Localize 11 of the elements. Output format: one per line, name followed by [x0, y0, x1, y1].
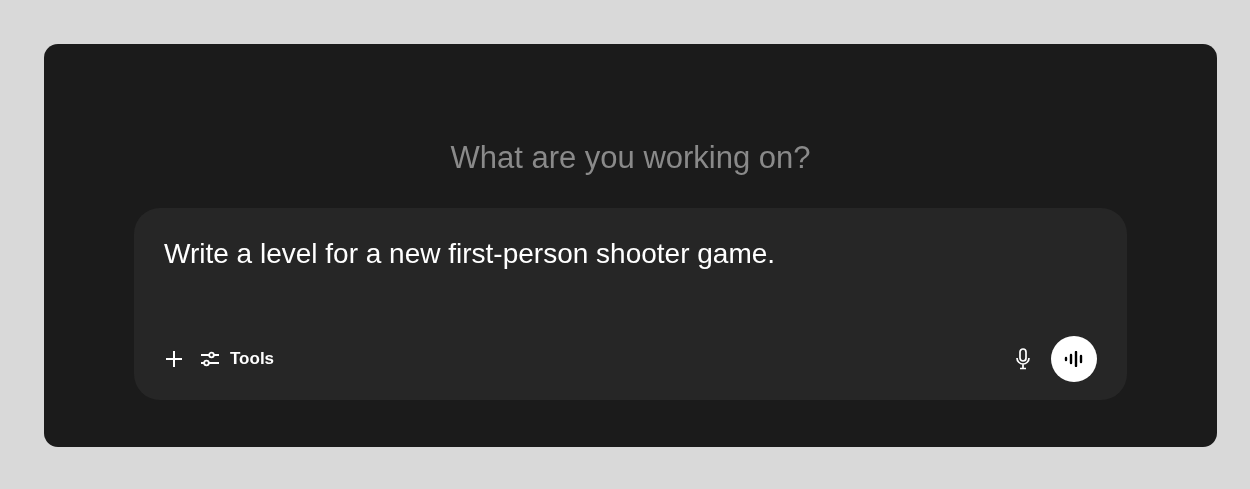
add-button[interactable] — [164, 349, 184, 369]
tools-button[interactable]: Tools — [200, 346, 275, 372]
sliders-icon — [200, 351, 220, 367]
voice-button[interactable] — [1051, 336, 1097, 382]
microphone-icon — [1015, 348, 1031, 370]
plus-icon — [165, 350, 183, 368]
microphone-button[interactable] — [1015, 348, 1031, 370]
waveform-icon — [1064, 351, 1084, 367]
prompt-text: Write a level for a new first-person shooter game. — [164, 237, 777, 271]
prompt-box[interactable]: Write a level for a new first-person shooter game. Tools — [134, 208, 1127, 400]
heading: What are you working on? — [450, 142, 811, 173]
